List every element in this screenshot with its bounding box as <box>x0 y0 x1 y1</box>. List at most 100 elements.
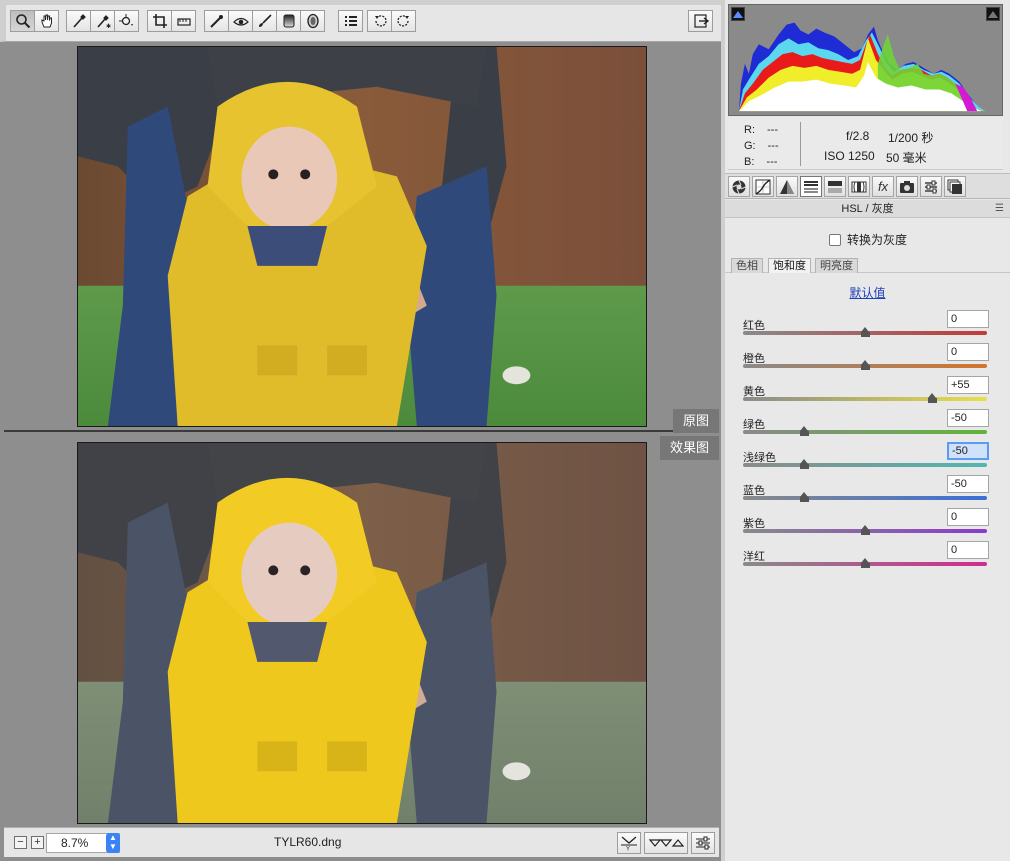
slider-thumb-orange[interactable] <box>861 360 870 370</box>
red-eye-icon <box>232 17 249 26</box>
hand-icon <box>41 14 52 28</box>
adjustment-panel: R: --- G: --- B: --- f/2.8 1/200 秒 ISO 1250… <box>721 0 1010 861</box>
tab-split-toning[interactable] <box>824 176 846 197</box>
zoom-tool-button[interactable] <box>10 10 35 32</box>
pixel-info: R: --- G: --- B: --- f/2.8 1/200 秒 ISO 1250… <box>728 118 1003 170</box>
slider-value-yellow[interactable]: +55 <box>947 376 989 394</box>
white-balance-tool-button[interactable] <box>66 10 91 32</box>
fullscreen-tools <box>688 10 713 32</box>
target-adjust-tool-button[interactable] <box>114 10 139 32</box>
slider-track-blue[interactable] <box>743 496 987 500</box>
transform-tools <box>147 10 196 32</box>
rotate-left-button[interactable] <box>367 10 392 32</box>
tab-tone-curve[interactable] <box>752 176 774 197</box>
crop-tool-button[interactable] <box>147 10 172 32</box>
fx-icon: fx <box>877 179 889 194</box>
before-label: 原图 <box>672 409 719 433</box>
straighten-tool-button[interactable] <box>171 10 196 32</box>
slider-track-yellow[interactable] <box>743 397 987 401</box>
slider-value-green[interactable]: -50 <box>947 409 989 427</box>
slider-thumb-blue[interactable] <box>800 492 809 502</box>
toggle-fullscreen-button[interactable] <box>688 10 713 32</box>
slider-thumb-green[interactable] <box>800 426 809 436</box>
slider-value-blue[interactable]: -50 <box>947 475 989 493</box>
list-tools <box>338 10 363 32</box>
before-preview-pane: 原图 <box>4 42 719 433</box>
hsl-icon <box>804 180 818 193</box>
rotate-right-button[interactable] <box>391 10 416 32</box>
convert-grayscale-option[interactable]: 转换为灰度 <box>829 231 907 248</box>
view-mode-button[interactable]: Y <box>617 832 641 854</box>
split-toning-icon <box>828 180 842 193</box>
histogram-graph <box>729 5 1002 115</box>
adjustment-brush-tool-button[interactable] <box>252 10 277 32</box>
highlight-clipping-warning-button[interactable] <box>986 7 1000 21</box>
slider-value-magenta[interactable]: 0 <box>947 541 989 559</box>
subtab-saturation[interactable]: 饱和度 <box>768 258 811 273</box>
subtab-hue[interactable]: 色相 <box>731 258 763 273</box>
radial-filter-tool-button[interactable] <box>300 10 325 32</box>
sliders-icon <box>696 836 710 850</box>
slider-thumb-purple[interactable] <box>861 525 870 535</box>
shutter-value: 1/200 秒 <box>888 131 934 145</box>
swap-settings-button[interactable] <box>644 832 688 854</box>
before-photo[interactable] <box>77 46 647 427</box>
tab-basic[interactable] <box>728 176 750 197</box>
color-sampler-tool-button[interactable]: ✱ <box>90 10 115 32</box>
preview-settings-button[interactable] <box>691 832 715 854</box>
zoom-out-button[interactable]: − <box>14 836 27 849</box>
hand-tool-button[interactable] <box>34 10 59 32</box>
divider <box>800 122 801 166</box>
slider-row-magenta: 洋红 0 <box>743 541 989 581</box>
swap-arrows-icon <box>648 839 684 847</box>
child-in-yellow-raincoat-desaturated-photo <box>78 443 646 823</box>
red-eye-tool-button[interactable] <box>228 10 253 32</box>
tab-detail[interactable] <box>776 176 798 197</box>
rotate-left-icon <box>374 15 387 27</box>
panel-menu-icon[interactable]: ☰ <box>995 200 1004 218</box>
subtab-luminance[interactable]: 明亮度 <box>815 258 858 273</box>
zoom-level-value: 8.7% <box>61 836 89 850</box>
tab-effects[interactable]: fx <box>872 176 894 197</box>
tab-presets[interactable] <box>920 176 942 197</box>
tab-camera-calibration[interactable] <box>896 176 918 197</box>
panel-title: HSL / 灰度 <box>841 203 894 215</box>
histogram <box>728 4 1003 116</box>
graduated-filter-tool-button[interactable] <box>276 10 301 32</box>
color-sampler-icon: ✱ <box>96 15 111 29</box>
preferences-list-button[interactable] <box>338 10 363 32</box>
slider-track-green[interactable] <box>743 430 987 434</box>
navigate-tools <box>10 10 59 32</box>
tab-snapshots[interactable] <box>944 176 966 197</box>
slider-value-aqua[interactable]: -50 <box>947 442 989 460</box>
after-photo[interactable] <box>77 442 647 824</box>
slider-thumb-aqua[interactable] <box>800 459 809 469</box>
slider-value-red[interactable]: 0 <box>947 310 989 328</box>
presets-icon <box>925 180 937 193</box>
b-readout: B: --- <box>744 156 778 168</box>
target-adjust-icon <box>118 14 133 26</box>
shadow-clipping-warning-button[interactable] <box>731 7 745 21</box>
after-preview-pane: 效果图 <box>4 434 719 827</box>
spot-removal-tool-button[interactable] <box>204 10 229 32</box>
defaults-link[interactable]: 默认值 <box>725 284 1010 301</box>
straighten-icon <box>176 18 191 26</box>
panel-header: HSL / 灰度 ☰ <box>725 200 1010 218</box>
after-label: 效果图 <box>659 436 719 460</box>
snapshots-icon <box>947 179 962 194</box>
tab-lens-corrections[interactable] <box>848 176 870 197</box>
list-icon <box>344 16 357 26</box>
slider-value-orange[interactable]: 0 <box>947 343 989 361</box>
slider-thumb-red[interactable] <box>861 327 870 337</box>
spot-removal-icon <box>209 15 223 28</box>
zoom-level-select[interactable]: 8.7% ▲ ▼ <box>46 833 120 853</box>
slider-track-aqua[interactable] <box>743 463 987 467</box>
slider-thumb-yellow[interactable] <box>928 393 938 403</box>
retouch-tools <box>204 10 325 32</box>
slider-value-purple[interactable]: 0 <box>947 508 989 526</box>
camera-icon <box>900 180 914 193</box>
zoom-in-button[interactable]: + <box>31 836 44 849</box>
tab-hsl-grayscale[interactable] <box>800 176 822 197</box>
convert-grayscale-checkbox[interactable] <box>829 233 841 246</box>
slider-thumb-magenta[interactable] <box>861 558 870 568</box>
